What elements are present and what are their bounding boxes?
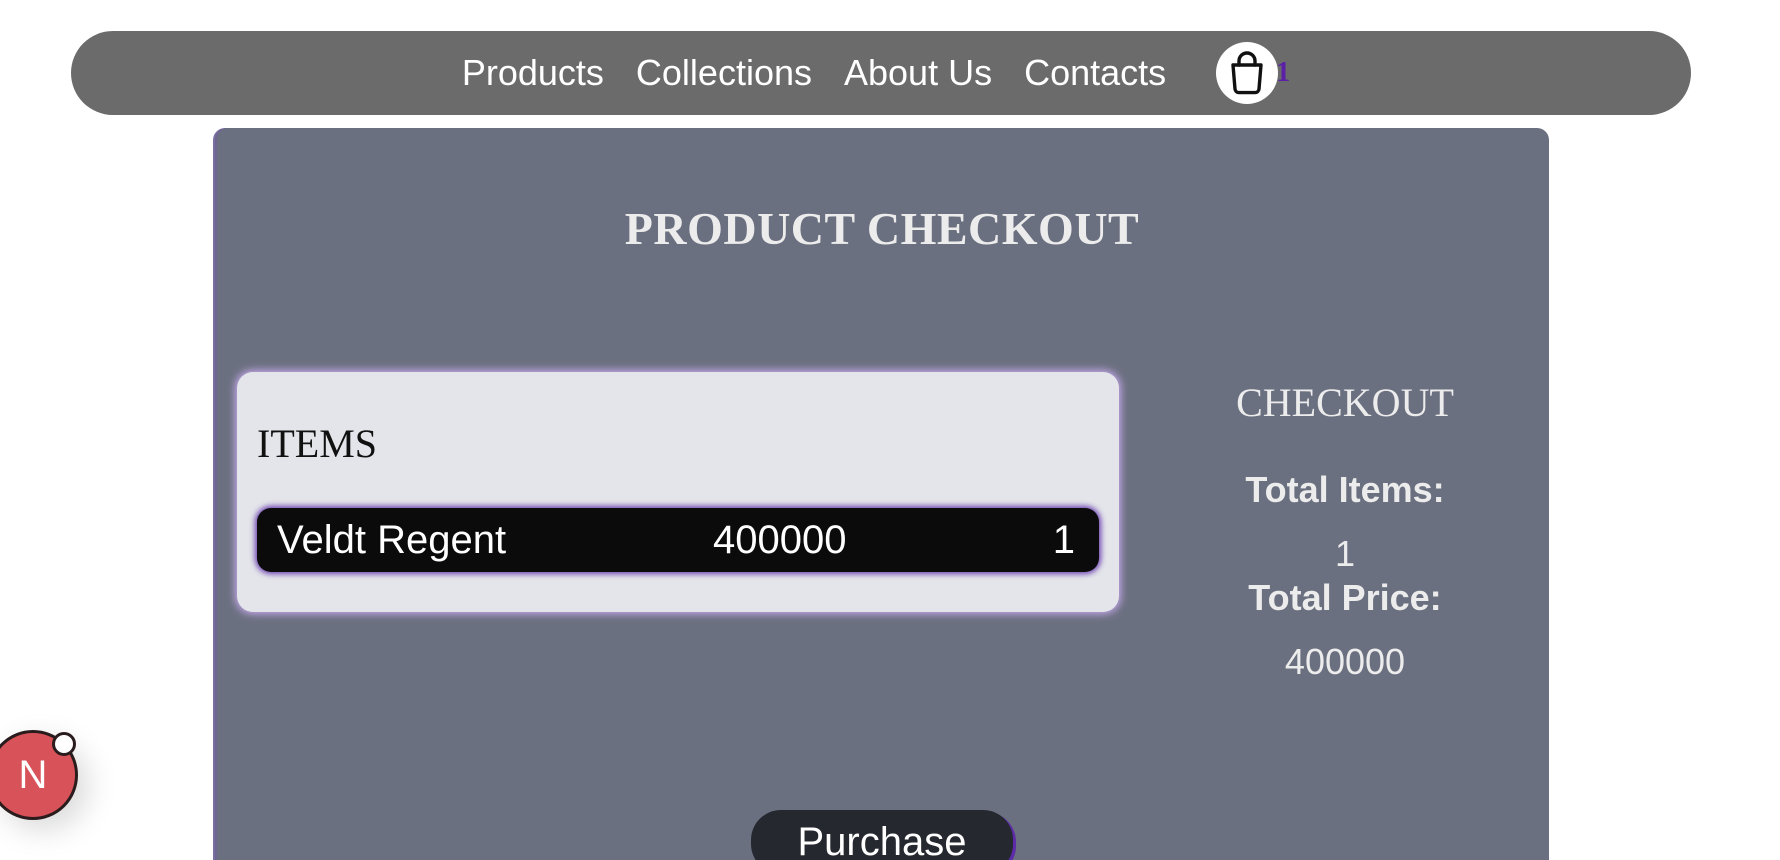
nav-links: Products Collections About Us Contacts	[462, 52, 1166, 94]
items-card: ITEMS Veldt Regent 400000 1	[237, 372, 1119, 612]
badge-letter: N	[18, 752, 48, 797]
cart-item-row[interactable]: Veldt Regent 400000 1	[257, 508, 1099, 572]
total-items-value: 1	[1334, 533, 1356, 574]
top-navbar: Products Collections About Us Contacts 1	[71, 31, 1691, 115]
summary-heading: CHECKOUT	[1236, 380, 1454, 425]
item-name: Veldt Regent	[277, 517, 507, 562]
item-price: 400000	[713, 517, 847, 562]
nav-link-about-us[interactable]: About Us	[844, 52, 992, 94]
total-price-label: Total Price:	[1248, 577, 1442, 618]
nav-link-collections[interactable]: Collections	[636, 52, 812, 94]
cart-count-badge: 1	[1276, 57, 1291, 88]
page: Products Collections About Us Contacts 1…	[0, 0, 1780, 860]
purchase-button[interactable]: Purchase	[751, 810, 1013, 860]
cart: 1	[1216, 42, 1290, 104]
item-quantity: 1	[1052, 517, 1075, 562]
page-title: PRODUCT CHECKOUT	[624, 203, 1140, 254]
badge-status-dot	[52, 732, 76, 756]
nav-link-products[interactable]: Products	[462, 52, 604, 94]
items-heading: ITEMS	[257, 421, 377, 466]
checkout-panel: PRODUCT CHECKOUT ITEMS Veldt Regent 4000…	[215, 128, 1549, 860]
shopping-bag-icon	[1231, 51, 1263, 95]
checkout-summary: CHECKOUT Total Items: 1 Total Price: 400…	[1145, 378, 1545, 684]
total-price-value: 400000	[1284, 641, 1406, 682]
nav-link-contacts[interactable]: Contacts	[1024, 52, 1166, 94]
total-items-label: Total Items:	[1245, 469, 1445, 510]
cart-button[interactable]	[1216, 42, 1279, 104]
